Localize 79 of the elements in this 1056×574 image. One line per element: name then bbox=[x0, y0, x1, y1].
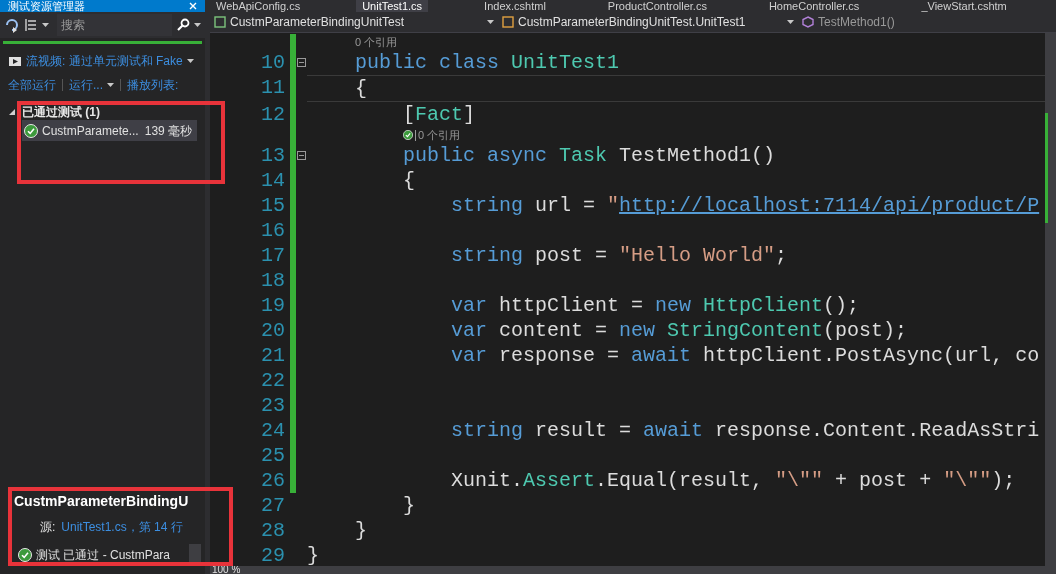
line-number: 23 bbox=[260, 393, 285, 418]
line-number: 20 bbox=[260, 318, 285, 343]
line-number: 19 bbox=[260, 293, 285, 318]
search-icon[interactable] bbox=[176, 18, 190, 32]
line-number: 12 bbox=[260, 102, 285, 127]
line-number: 14 bbox=[260, 168, 285, 193]
caret-icon bbox=[194, 23, 201, 27]
navigation-dropdown[interactable]: TestMethod1() bbox=[798, 12, 1056, 32]
collapse-icon[interactable] bbox=[297, 58, 306, 67]
code-line: var httpClient = new HttpClient(); bbox=[450, 293, 860, 318]
test-item[interactable]: CustmParamete... 139 毫秒 bbox=[22, 120, 197, 141]
file-tab[interactable]: ProductController.cs bbox=[601, 0, 713, 12]
test-duration: 139 毫秒 bbox=[144, 122, 193, 140]
class-icon bbox=[502, 16, 514, 28]
video-icon bbox=[8, 55, 22, 67]
line-number: 18 bbox=[260, 268, 285, 293]
code-line: } bbox=[307, 543, 319, 566]
vertical-scrollbar[interactable] bbox=[1045, 33, 1056, 566]
code-line: string url = "http://localhost:7114/api/product/P bbox=[450, 193, 1040, 218]
line-number: 10 bbox=[260, 50, 285, 75]
zoom-level[interactable]: 100 % bbox=[210, 566, 241, 574]
expand-arrow-icon[interactable] bbox=[8, 108, 16, 116]
file-tab[interactable]: _ViewStart.cshtm bbox=[915, 0, 1013, 12]
line-number: 28 bbox=[260, 518, 285, 543]
line-number: 25 bbox=[260, 443, 285, 468]
line-number: 27 bbox=[260, 493, 285, 518]
line-number: 29 bbox=[260, 543, 285, 566]
line-number: 13 bbox=[260, 143, 285, 168]
navigation-dropdown[interactable]: CustmParameterBindingUnitTest bbox=[210, 12, 498, 32]
code-line: { bbox=[402, 168, 416, 193]
code-line: Xunit.Assert.Equal(result, "\"" + post + "\""); bbox=[450, 468, 1016, 493]
code-line: var response = await httpClient.PostAsync(url, co bbox=[450, 343, 1040, 368]
source-label: 源: bbox=[40, 519, 56, 536]
code-line: { bbox=[354, 76, 367, 101]
test-name: CustmParamete... bbox=[42, 122, 139, 140]
source-link[interactable]: UnitTest1.cs，第 14 行 bbox=[61, 518, 183, 536]
code-line: } bbox=[354, 518, 367, 543]
line-number: 17 bbox=[260, 243, 285, 268]
code-line: string post = "Hello World"; bbox=[450, 243, 788, 268]
code-line: public class UnitTest1 bbox=[354, 50, 620, 75]
line-number: 16 bbox=[260, 218, 285, 243]
line-number: 11 bbox=[260, 75, 285, 100]
caret-icon bbox=[487, 20, 494, 24]
line-number: 24 bbox=[260, 418, 285, 443]
panel-title: 测试资源管理器 bbox=[8, 0, 86, 12]
line-number: 26 bbox=[260, 468, 285, 493]
reference-count[interactable]: 0 个引用 bbox=[418, 126, 461, 144]
line-number: 22 bbox=[260, 368, 285, 393]
toolbar-link[interactable]: 播放列表: bbox=[127, 76, 179, 94]
code-line: var content = new StringContent(post); bbox=[450, 318, 908, 343]
code-line: public async Task TestMethod1() bbox=[402, 143, 776, 168]
result-text: 测试 已通过 - CustmPara bbox=[36, 547, 171, 564]
caret-icon bbox=[107, 83, 114, 87]
line-number: 21 bbox=[260, 343, 285, 368]
code-line: string result = await response.Content.ReadAsStri bbox=[450, 418, 1040, 443]
close-icon[interactable] bbox=[189, 2, 197, 10]
cube-icon bbox=[802, 16, 814, 28]
caret-icon bbox=[787, 20, 794, 24]
class-icon bbox=[214, 16, 226, 28]
navigation-dropdown[interactable]: CustmParameterBindingUnitTest.UnitTest1 bbox=[498, 12, 798, 32]
code-line: [Fact] bbox=[402, 102, 476, 127]
video-link[interactable]: 流视频: 通过单元测试和 Fake bbox=[26, 52, 183, 70]
file-tab[interactable]: UnitTest1.cs bbox=[356, 0, 429, 12]
file-tab[interactable]: HomeController.cs bbox=[762, 0, 866, 12]
group-icon[interactable] bbox=[24, 18, 38, 32]
group-label: 已通过测试 (1) bbox=[22, 104, 100, 121]
reference-count[interactable]: 0 个引用 bbox=[355, 33, 398, 51]
toolbar-link[interactable]: 运行... bbox=[69, 76, 114, 94]
code-line: } bbox=[402, 493, 416, 518]
file-tab[interactable]: Index.cshtml bbox=[478, 0, 552, 12]
refresh-icon[interactable] bbox=[4, 17, 20, 33]
line-number: 15 bbox=[260, 193, 285, 218]
toolbar-link[interactable]: 全部运行 bbox=[8, 76, 56, 94]
file-tab[interactable]: WebApiConfig.cs bbox=[210, 0, 307, 12]
caret-icon bbox=[42, 23, 49, 27]
collapse-icon[interactable] bbox=[297, 151, 306, 160]
caret-icon bbox=[186, 59, 194, 63]
search-field[interactable]: 搜索 bbox=[57, 14, 172, 36]
detail-title: CustmParameterBindingU bbox=[14, 492, 190, 511]
